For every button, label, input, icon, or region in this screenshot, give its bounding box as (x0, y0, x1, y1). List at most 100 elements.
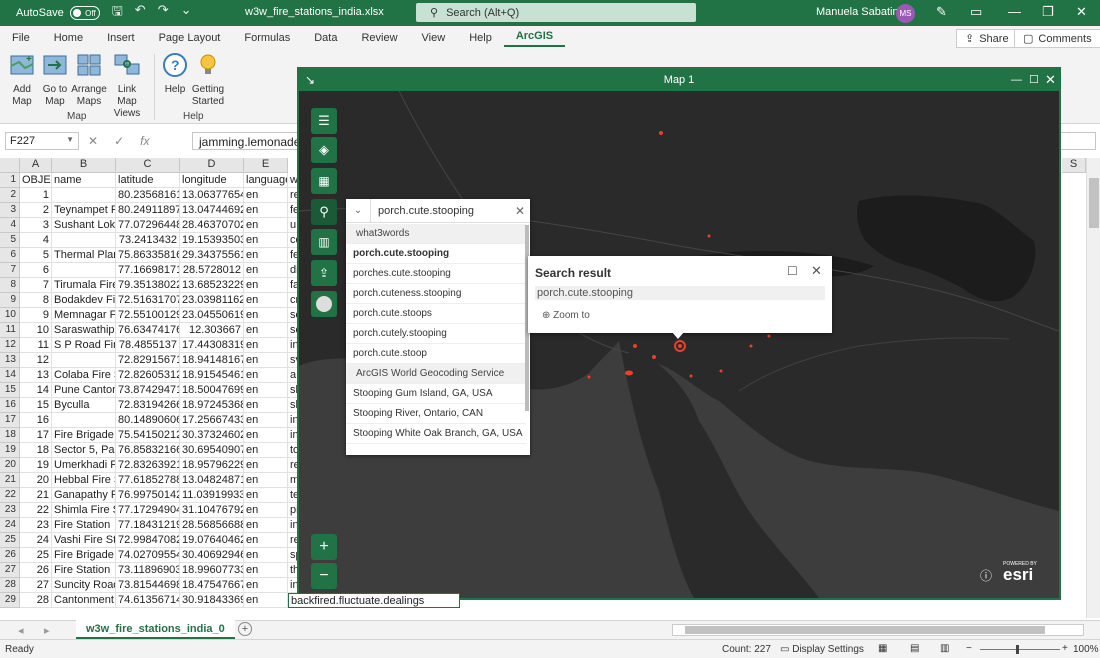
collapse-arrow-icon[interactable]: ↘ (305, 69, 315, 91)
table-cell[interactable]: Thermal Plan (52, 248, 116, 263)
table-cell[interactable]: 28.5728012 (180, 263, 244, 278)
row-header[interactable]: 22 (0, 488, 20, 503)
row-header[interactable]: 12 (0, 338, 20, 353)
table-cell[interactable]: Colaba Fire S (52, 368, 116, 383)
table-cell[interactable]: latitude (116, 173, 180, 188)
column-header-s[interactable]: S (1062, 158, 1086, 173)
table-cell[interactable]: 7 (20, 278, 52, 293)
column-header-b[interactable]: B (52, 158, 116, 173)
row-header[interactable]: 4 (0, 218, 20, 233)
info-icon[interactable]: ⓘ (980, 567, 992, 584)
row-header[interactable]: 16 (0, 398, 20, 413)
sheet-tab[interactable]: w3w_fire_stations_india_0 (76, 620, 235, 639)
table-cell[interactable]: Byculla (52, 398, 116, 413)
row-header[interactable]: 7 (0, 263, 20, 278)
table-cell[interactable]: OBJECTID (20, 173, 52, 188)
table-cell[interactable] (52, 233, 116, 248)
suggestion-item[interactable]: porch.cutely.stooping (346, 324, 526, 344)
table-cell[interactable]: 30.69540907 (180, 443, 244, 458)
clear-search-icon[interactable]: ✕ (510, 204, 530, 218)
go-to-map-button[interactable]: Go to Map (40, 52, 70, 108)
tab-formulas[interactable]: Formulas (232, 32, 302, 44)
redo-icon[interactable]: ↷ (158, 2, 169, 24)
table-cell[interactable]: en (244, 308, 288, 323)
table-cell[interactable]: en (244, 563, 288, 578)
table-cell[interactable]: 28.56856688 (180, 518, 244, 533)
table-cell[interactable]: 78.4855137 (116, 338, 180, 353)
zoom-level[interactable]: 100% (1073, 644, 1099, 655)
table-cell[interactable]: 31.10476792 (180, 503, 244, 518)
chevron-down-icon[interactable]: ⌄ (346, 205, 370, 216)
normal-view-icon[interactable]: ▦ (878, 643, 887, 654)
table-cell[interactable]: 1 (20, 188, 52, 203)
tab-insert[interactable]: Insert (95, 32, 147, 44)
table-cell[interactable]: 13.04824871 (180, 473, 244, 488)
h-scroll-thumb[interactable] (685, 626, 1045, 634)
customize-icon[interactable]: ⌄ (181, 2, 192, 24)
table-cell[interactable]: 28.46370702 (180, 218, 244, 233)
table-cell[interactable]: 19.15393503 (180, 233, 244, 248)
column-header-d[interactable]: D (180, 158, 244, 173)
file-name[interactable]: w3w_fire_stations_india.xlsx (245, 6, 384, 18)
table-cell[interactable]: 13 (20, 368, 52, 383)
table-cell[interactable]: en (244, 263, 288, 278)
table-cell[interactable]: 77.17294904 (116, 503, 180, 518)
table-cell[interactable]: 18.94148167 (180, 353, 244, 368)
table-cell[interactable]: Fire Station (52, 563, 116, 578)
vertical-scrollbar[interactable] (1086, 158, 1100, 618)
table-cell[interactable]: 4 (20, 233, 52, 248)
table-cell[interactable]: 30.37324602 (180, 428, 244, 443)
row-header[interactable]: 13 (0, 353, 20, 368)
row-header[interactable]: 17 (0, 413, 20, 428)
map-close-icon[interactable]: ✕ (1045, 69, 1056, 91)
table-cell[interactable]: S P Road Fire (52, 338, 116, 353)
map-minimize-icon[interactable]: — (1011, 69, 1022, 91)
prev-sheet-icon[interactable]: ◂ (18, 624, 24, 637)
account-button[interactable] (311, 291, 337, 317)
table-cell[interactable]: en (244, 278, 288, 293)
marker[interactable] (652, 355, 656, 359)
table-cell[interactable]: 21 (20, 488, 52, 503)
table-cell[interactable]: 72.82605312 (116, 368, 180, 383)
table-cell[interactable]: 72.83263921 (116, 458, 180, 473)
suggestion-item[interactable]: Stooping Gum Island, GA, USA (346, 384, 526, 404)
table-cell[interactable]: 80.24911897 (116, 203, 180, 218)
table-cell[interactable]: Fire Brigade (52, 548, 116, 563)
table-cell[interactable]: en (244, 413, 288, 428)
row-header[interactable]: 6 (0, 248, 20, 263)
table-cell[interactable]: 77.16698171 (116, 263, 180, 278)
page-layout-view-icon[interactable]: ▤ (910, 643, 919, 654)
table-cell[interactable]: Cantonment (52, 593, 116, 608)
table-cell[interactable]: en (244, 593, 288, 608)
ribbon-display-icon[interactable]: ▭ (970, 4, 982, 20)
table-cell[interactable]: en (244, 368, 288, 383)
zoom-in-button[interactable]: + (311, 534, 337, 560)
table-cell[interactable]: Teynampet F (52, 203, 116, 218)
table-cell[interactable]: 18.99607733 (180, 563, 244, 578)
table-cell[interactable]: 77.61852788 (116, 473, 180, 488)
table-cell[interactable]: 72.99847082 (116, 533, 180, 548)
table-cell[interactable]: 18.95796229 (180, 458, 244, 473)
marker[interactable] (587, 375, 591, 379)
row-header[interactable]: 11 (0, 323, 20, 338)
table-cell[interactable]: en (244, 533, 288, 548)
table-cell[interactable]: 19 (20, 458, 52, 473)
cancel-icon[interactable]: ✕ (88, 134, 98, 148)
close-icon[interactable]: ✕ (1076, 4, 1087, 20)
table-cell[interactable]: 18 (20, 443, 52, 458)
suggestion-item[interactable]: porch.cute.stoop (346, 344, 526, 364)
suggestion-item[interactable]: Stooping River, Ontario, CAN (346, 404, 526, 424)
table-cell[interactable]: en (244, 293, 288, 308)
table-cell[interactable]: 14 (20, 383, 52, 398)
table-cell[interactable]: 76.63474176 (116, 323, 180, 338)
table-cell[interactable]: 72.55100129 (116, 308, 180, 323)
table-cell[interactable]: en (244, 203, 288, 218)
table-cell[interactable]: 18.50047699 (180, 383, 244, 398)
table-cell[interactable]: en (244, 458, 288, 473)
table-cell[interactable]: 12 (20, 353, 52, 368)
table-cell[interactable]: 29.34375561 (180, 248, 244, 263)
table-cell[interactable]: 13.68523229 (180, 278, 244, 293)
table-cell[interactable]: Sushant Lok F (52, 218, 116, 233)
zoom-to-button[interactable]: ⊕ Zoom to (542, 310, 590, 321)
table-cell[interactable]: 11 (20, 338, 52, 353)
